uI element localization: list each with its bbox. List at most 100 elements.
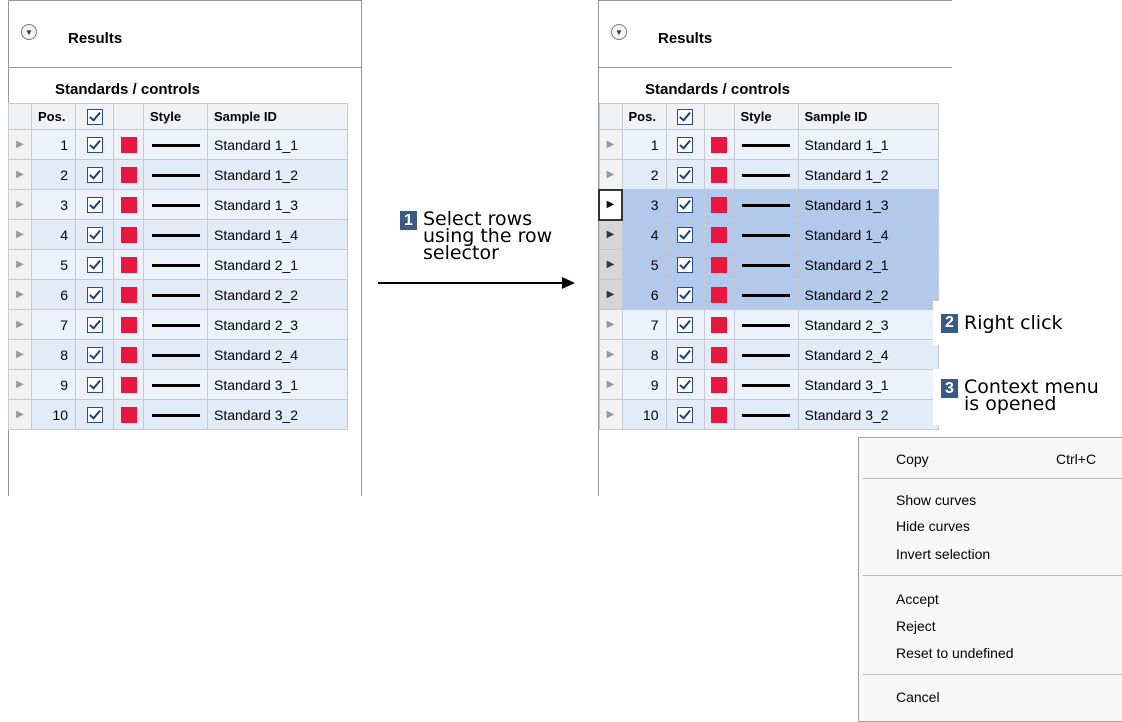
row-selector[interactable]: ▶: [598, 279, 623, 310]
cell-color[interactable]: [113, 249, 144, 280]
row-selector[interactable]: ▶: [8, 339, 32, 370]
menu-item-show-curves[interactable]: Show curves: [896, 492, 976, 508]
cell-style[interactable]: [143, 219, 208, 250]
row-selector[interactable]: ▶: [598, 129, 623, 160]
menu-item-accept[interactable]: Accept: [896, 591, 939, 607]
column-header-pos[interactable]: Pos.: [621, 103, 667, 130]
table-row[interactable]: ▶ 4 Standard 1_4: [598, 219, 939, 250]
row-checkbox[interactable]: [86, 197, 103, 214]
cell-style[interactable]: [733, 129, 799, 160]
collapse-chevron-icon[interactable]: ▼: [21, 24, 37, 40]
table-row[interactable]: ▶ 8 Standard 2_4: [598, 339, 939, 370]
column-header-pos[interactable]: Pos.: [31, 103, 76, 130]
menu-item-reset-to-undefined[interactable]: Reset to undefined: [896, 645, 1014, 661]
row-selector[interactable]: ▶: [8, 249, 32, 280]
table-row[interactable]: ▶ 2 Standard 1_2: [598, 159, 939, 190]
cell-color[interactable]: [113, 369, 144, 400]
menu-item-hide-curves[interactable]: Hide curves: [896, 518, 970, 534]
row-selector[interactable]: ▶: [8, 219, 32, 250]
cell-check[interactable]: [75, 309, 114, 340]
cell-color[interactable]: [703, 219, 735, 250]
cell-check[interactable]: [75, 339, 114, 370]
cell-color[interactable]: [113, 339, 144, 370]
column-header-style[interactable]: Style: [733, 103, 799, 130]
cell-style[interactable]: [143, 249, 208, 280]
cell-check[interactable]: [665, 339, 705, 370]
row-selector[interactable]: ▶: [598, 188, 623, 221]
row-selector[interactable]: ▶: [8, 279, 32, 310]
row-checkbox[interactable]: [86, 137, 103, 154]
table-row[interactable]: ▶ 10 Standard 3_2: [598, 399, 939, 430]
menu-item-invert-selection[interactable]: Invert selection: [896, 546, 990, 562]
table-row[interactable]: ▶ 10 Standard 3_2: [8, 399, 348, 430]
cell-check[interactable]: [665, 309, 705, 340]
table-row[interactable]: ▶ 8 Standard 2_4: [8, 339, 348, 370]
cell-color[interactable]: [113, 129, 144, 160]
cell-color[interactable]: [113, 159, 144, 190]
column-header-style[interactable]: Style: [143, 103, 208, 130]
cell-check[interactable]: [665, 399, 705, 430]
row-checkbox[interactable]: [86, 227, 103, 244]
cell-style[interactable]: [733, 369, 799, 400]
cell-style[interactable]: [733, 339, 799, 370]
cell-color[interactable]: [703, 369, 735, 400]
cell-color[interactable]: [703, 279, 735, 310]
column-header-check[interactable]: [75, 103, 114, 130]
row-checkbox[interactable]: [677, 347, 693, 364]
row-checkbox[interactable]: [86, 317, 103, 334]
table-row[interactable]: ▶ 3 Standard 1_3: [8, 189, 348, 220]
row-selector[interactable]: ▶: [8, 129, 32, 160]
row-checkbox[interactable]: [86, 347, 103, 364]
row-checkbox[interactable]: [677, 167, 693, 184]
row-selector[interactable]: ▶: [598, 309, 623, 340]
row-selector[interactable]: ▶: [8, 309, 32, 340]
row-selector[interactable]: ▶: [8, 399, 32, 430]
row-selector[interactable]: ▶: [598, 249, 623, 280]
cell-style[interactable]: [143, 369, 208, 400]
cell-style[interactable]: [733, 159, 799, 190]
cell-check[interactable]: [75, 189, 114, 220]
cell-style[interactable]: [733, 249, 799, 280]
table-row[interactable]: ▶ 1 Standard 1_1: [598, 129, 939, 160]
table-row[interactable]: ▶ 9 Standard 3_1: [598, 369, 939, 400]
cell-color[interactable]: [703, 339, 735, 370]
cell-check[interactable]: [75, 369, 114, 400]
menu-item-reject[interactable]: Reject: [896, 618, 936, 634]
cell-check[interactable]: [75, 129, 114, 160]
cell-color[interactable]: [703, 309, 735, 340]
row-selector[interactable]: ▶: [8, 159, 32, 190]
cell-check[interactable]: [665, 249, 705, 280]
table-row[interactable]: ▶ 7 Standard 2_3: [8, 309, 348, 340]
table-row[interactable]: ▶ 5 Standard 2_1: [598, 249, 939, 280]
cell-check[interactable]: [75, 249, 114, 280]
column-header-sample-id[interactable]: Sample ID: [797, 103, 939, 130]
cell-check[interactable]: [665, 219, 705, 250]
cell-style[interactable]: [143, 339, 208, 370]
row-checkbox[interactable]: [677, 377, 693, 394]
cell-color[interactable]: [113, 309, 144, 340]
row-selector[interactable]: ▶: [598, 369, 623, 400]
cell-style[interactable]: [733, 279, 799, 310]
table-row[interactable]: ▶ 4 Standard 1_4: [8, 219, 348, 250]
cell-color[interactable]: [703, 399, 735, 430]
row-checkbox[interactable]: [677, 227, 693, 244]
column-header-color[interactable]: [113, 103, 144, 130]
cell-color[interactable]: [703, 159, 735, 190]
row-selector[interactable]: ▶: [598, 159, 623, 190]
cell-check[interactable]: [75, 219, 114, 250]
column-header-sample-id[interactable]: Sample ID: [207, 103, 348, 130]
column-header-color[interactable]: [703, 103, 735, 130]
cell-color[interactable]: [113, 219, 144, 250]
row-checkbox[interactable]: [677, 197, 693, 214]
cell-style[interactable]: [143, 279, 208, 310]
cell-style[interactable]: [143, 129, 208, 160]
cell-color[interactable]: [113, 399, 144, 430]
table-row[interactable]: ▶ 6 Standard 2_2: [8, 279, 348, 310]
cell-color[interactable]: [113, 279, 144, 310]
row-checkbox[interactable]: [677, 137, 693, 154]
row-checkbox[interactable]: [677, 317, 693, 334]
row-selector[interactable]: ▶: [598, 399, 623, 430]
table-row[interactable]: ▶ 3 Standard 1_3: [598, 188, 939, 221]
cell-check[interactable]: [665, 279, 705, 310]
row-checkbox[interactable]: [677, 257, 693, 274]
